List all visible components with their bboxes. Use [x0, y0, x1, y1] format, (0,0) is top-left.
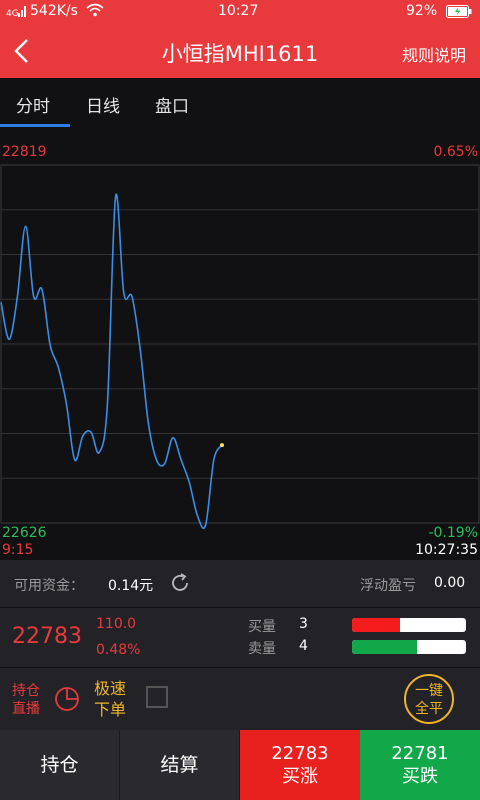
sell-volume-label: 卖量 — [248, 641, 276, 657]
bottom-action-bar: 持仓 结算 22783 买涨 22781 买跌 — [0, 730, 480, 800]
fast-order-label: 极速 下单 — [94, 678, 126, 720]
position-live-line-1: 持仓 — [12, 683, 40, 699]
tab-order-book[interactable]: 盘口 — [155, 92, 189, 117]
buy-volume-value: 3 — [299, 616, 308, 632]
battery-icon — [446, 5, 472, 18]
sell-volume-bar — [352, 640, 466, 654]
refresh-icon[interactable] — [168, 571, 192, 595]
buy-up-label: 买涨 — [282, 766, 318, 787]
available-funds-label: 可用资金： — [14, 578, 84, 594]
close-all-line-2: 全平 — [415, 701, 443, 717]
signal-icon: 4G — [6, 6, 26, 18]
intraday-chart: 22819 0.65% 22626 -0.19% 9:15 10:27:35 — [0, 128, 480, 560]
buy-down-price: 22781 — [391, 743, 449, 764]
options-row: 持仓 直播 极速 下单 一键 全平 — [0, 668, 480, 730]
buy-down-button[interactable]: 22781 买跌 — [360, 730, 480, 800]
positions-button[interactable]: 持仓 — [0, 730, 120, 800]
status-time: 10:27 — [218, 3, 259, 19]
available-funds-value: 0.14元 — [108, 578, 154, 594]
rules-link[interactable]: 规则说明 — [402, 42, 466, 66]
buy-volume-fill — [352, 618, 400, 632]
price-change: 110.0 — [96, 616, 137, 632]
close-all-button[interactable]: 一键 全平 — [404, 674, 454, 724]
position-live-line-2: 直播 — [12, 701, 40, 717]
battery-percent: 92% — [406, 3, 438, 19]
close-all-line-1: 一键 — [415, 683, 443, 699]
funds-row: 可用资金： 0.14元 浮动盈亏 0.00 — [0, 560, 480, 608]
floating-pnl-label: 浮动盈亏 — [360, 578, 416, 594]
bottom-percent-label: -0.19% — [428, 525, 478, 541]
latest-price-point — [220, 443, 224, 448]
chart-tabs: 分时 日线 盘口 — [0, 78, 480, 128]
buy-up-button[interactable]: 22783 买涨 — [240, 730, 360, 800]
current-price: 22783 — [12, 624, 82, 649]
sell-volume-value: 4 — [299, 638, 308, 654]
buy-up-price: 22783 — [271, 743, 329, 764]
top-percent-label: 0.65% — [433, 144, 478, 160]
top-price-label: 22819 — [2, 144, 47, 160]
bottom-price-label: 22626 — [2, 525, 47, 541]
fast-order-line-1: 极速 — [94, 679, 127, 698]
end-time-label: 10:27:35 — [415, 542, 478, 558]
floating-pnl-value: 0.00 — [434, 575, 466, 591]
quote-row: 22783 110.0 0.48% 买量 3 卖量 4 — [0, 608, 480, 668]
network-speed: 542K/s — [30, 3, 78, 19]
buy-volume-bar — [352, 618, 466, 632]
svg-text:4G: 4G — [6, 9, 19, 18]
wifi-icon — [86, 3, 104, 17]
active-tab-indicator — [0, 124, 70, 127]
tab-daily[interactable]: 日线 — [86, 92, 120, 117]
sell-volume-fill — [352, 640, 417, 654]
pie-chart-icon[interactable] — [54, 686, 80, 712]
position-live-link[interactable]: 持仓 直播 — [12, 682, 40, 718]
price-change-percent: 0.48% — [96, 642, 141, 658]
start-time-label: 9:15 — [2, 542, 34, 558]
fast-order-line-2: 下单 — [94, 700, 127, 719]
header: 小恒指MHI1611 规则说明 — [0, 24, 480, 78]
settle-button[interactable]: 结算 — [120, 730, 240, 800]
status-bar: 4G 542K/s 10:27 92% — [0, 0, 480, 24]
buy-volume-label: 买量 — [248, 619, 276, 635]
buy-down-label: 买跌 — [402, 766, 438, 787]
tab-intraday[interactable]: 分时 — [16, 92, 50, 117]
fast-order-checkbox[interactable] — [146, 686, 168, 708]
price-line-chart — [0, 164, 480, 530]
